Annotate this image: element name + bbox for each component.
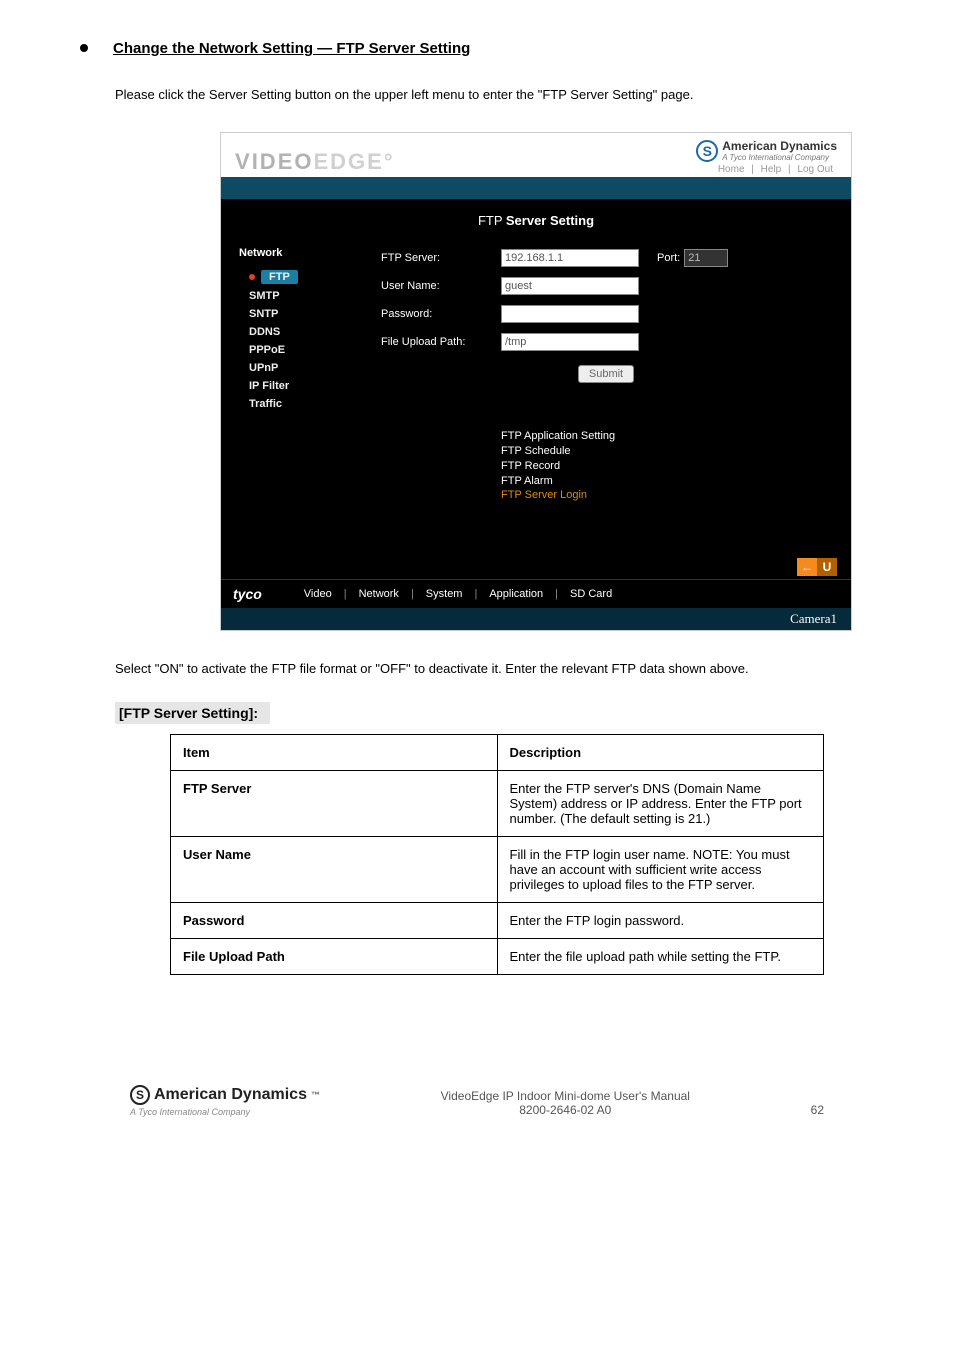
- row-key: User Name: [171, 837, 498, 903]
- sidebar-item-sntp[interactable]: SNTP: [239, 305, 371, 323]
- submit-button[interactable]: Submit: [578, 365, 634, 383]
- row-val: Enter the file upload path while setting…: [497, 939, 824, 975]
- footnav-system[interactable]: System: [426, 588, 463, 600]
- th-item: Item: [171, 735, 498, 771]
- app-screenshot: VIDEOEDGE° S American Dynamics A Tyco In…: [220, 132, 852, 631]
- footnav-video[interactable]: Video: [304, 588, 332, 600]
- tyco-logo: tyco: [233, 586, 262, 602]
- row-val: Enter the FTP server's DNS (Domain Name …: [497, 771, 824, 837]
- header-bar: [221, 177, 851, 199]
- sidebar-item-ipfilter[interactable]: IP Filter: [239, 377, 371, 395]
- footnav-application[interactable]: Application: [489, 588, 543, 600]
- row-key: Password: [171, 903, 498, 939]
- sidebar-item-ddns[interactable]: DDNS: [239, 323, 371, 341]
- th-desc: Description: [497, 735, 824, 771]
- ad-logo-icon: S: [696, 140, 718, 162]
- arrow-u-icon[interactable]: U: [817, 558, 837, 576]
- footnav-sdcard[interactable]: SD Card: [570, 588, 612, 600]
- ad-footer-icon: S: [130, 1085, 150, 1105]
- password-label: Password:: [381, 308, 501, 320]
- brand-sub: A Tyco International Company: [722, 153, 837, 162]
- footer-brand: SAmerican Dynamics™ A Tyco International…: [130, 1085, 320, 1117]
- arrow-left-icon[interactable]: ←: [797, 558, 817, 576]
- sidebar-item-ftp[interactable]: FTP: [239, 267, 371, 287]
- footer-brand-sub: A Tyco International Company: [130, 1107, 320, 1117]
- screenshot-footer: ← U tyco Video| Network| System| Applica…: [221, 579, 851, 608]
- top-links: Home | Help | Log Out: [696, 164, 837, 175]
- link-ftp-server-login[interactable]: FTP Server Login: [501, 488, 831, 503]
- port-label: Port:: [657, 252, 680, 264]
- bullet-icon: [80, 44, 88, 52]
- link-ftp-record[interactable]: FTP Record: [501, 459, 831, 474]
- sidebar-group-network[interactable]: Network: [239, 247, 371, 259]
- ftp-links: FTP Application Setting FTP Schedule FTP…: [501, 429, 831, 503]
- ftp-server-input[interactable]: [501, 249, 639, 267]
- camera-label: Camera1: [221, 608, 851, 630]
- password-input[interactable]: [501, 305, 639, 323]
- help-link[interactable]: Help: [761, 164, 782, 175]
- sidebar: Network FTP SMTP SNTP DDNS PPPoE UPnP IP…: [221, 199, 371, 579]
- ftp-server-label: FTP Server:: [381, 252, 501, 264]
- logout-link[interactable]: Log Out: [797, 164, 833, 175]
- footer-center: VideoEdge IP Indoor Mini-dome User's Man…: [441, 1089, 690, 1117]
- section-heading: [FTP Server Setting]:: [115, 702, 270, 724]
- username-label: User Name:: [381, 280, 501, 292]
- link-ftp-alarm[interactable]: FTP Alarm: [501, 474, 831, 489]
- sidebar-item-smtp[interactable]: SMTP: [239, 287, 371, 305]
- link-ftp-schedule[interactable]: FTP Schedule: [501, 444, 831, 459]
- row-key: File Upload Path: [171, 939, 498, 975]
- row-val: Enter the FTP login password.: [497, 903, 824, 939]
- sidebar-item-traffic[interactable]: Traffic: [239, 395, 371, 413]
- footer-page-number: 62: [811, 1103, 824, 1117]
- settings-table: Item Description FTP Server Enter the FT…: [170, 734, 824, 975]
- page-heading: Change the Network Setting — FTP Server …: [113, 40, 470, 57]
- sidebar-item-upnp[interactable]: UPnP: [239, 359, 371, 377]
- port-input[interactable]: [684, 249, 728, 267]
- row-key: FTP Server: [171, 771, 498, 837]
- nav-arrow-box[interactable]: ← U: [797, 558, 837, 576]
- active-dot-icon: [249, 274, 255, 280]
- upload-path-label: File Upload Path:: [381, 336, 501, 348]
- after-screenshot-text: Select "ON" to activate the FTP file for…: [115, 661, 894, 676]
- panel-title: FTP Server Setting: [221, 213, 851, 228]
- upload-path-input[interactable]: [501, 333, 639, 351]
- row-val: Fill in the FTP login user name. NOTE: Y…: [497, 837, 824, 903]
- username-input[interactable]: [501, 277, 639, 295]
- home-link[interactable]: Home: [718, 164, 745, 175]
- brand-name: American Dynamics: [722, 139, 837, 153]
- footnav-network[interactable]: Network: [359, 588, 399, 600]
- videoedge-logo: VIDEOEDGE°: [235, 149, 395, 175]
- intro-text: Please click the Server Setting button o…: [115, 87, 894, 102]
- link-ftp-app-setting[interactable]: FTP Application Setting: [501, 429, 831, 444]
- sidebar-item-pppoe[interactable]: PPPoE: [239, 341, 371, 359]
